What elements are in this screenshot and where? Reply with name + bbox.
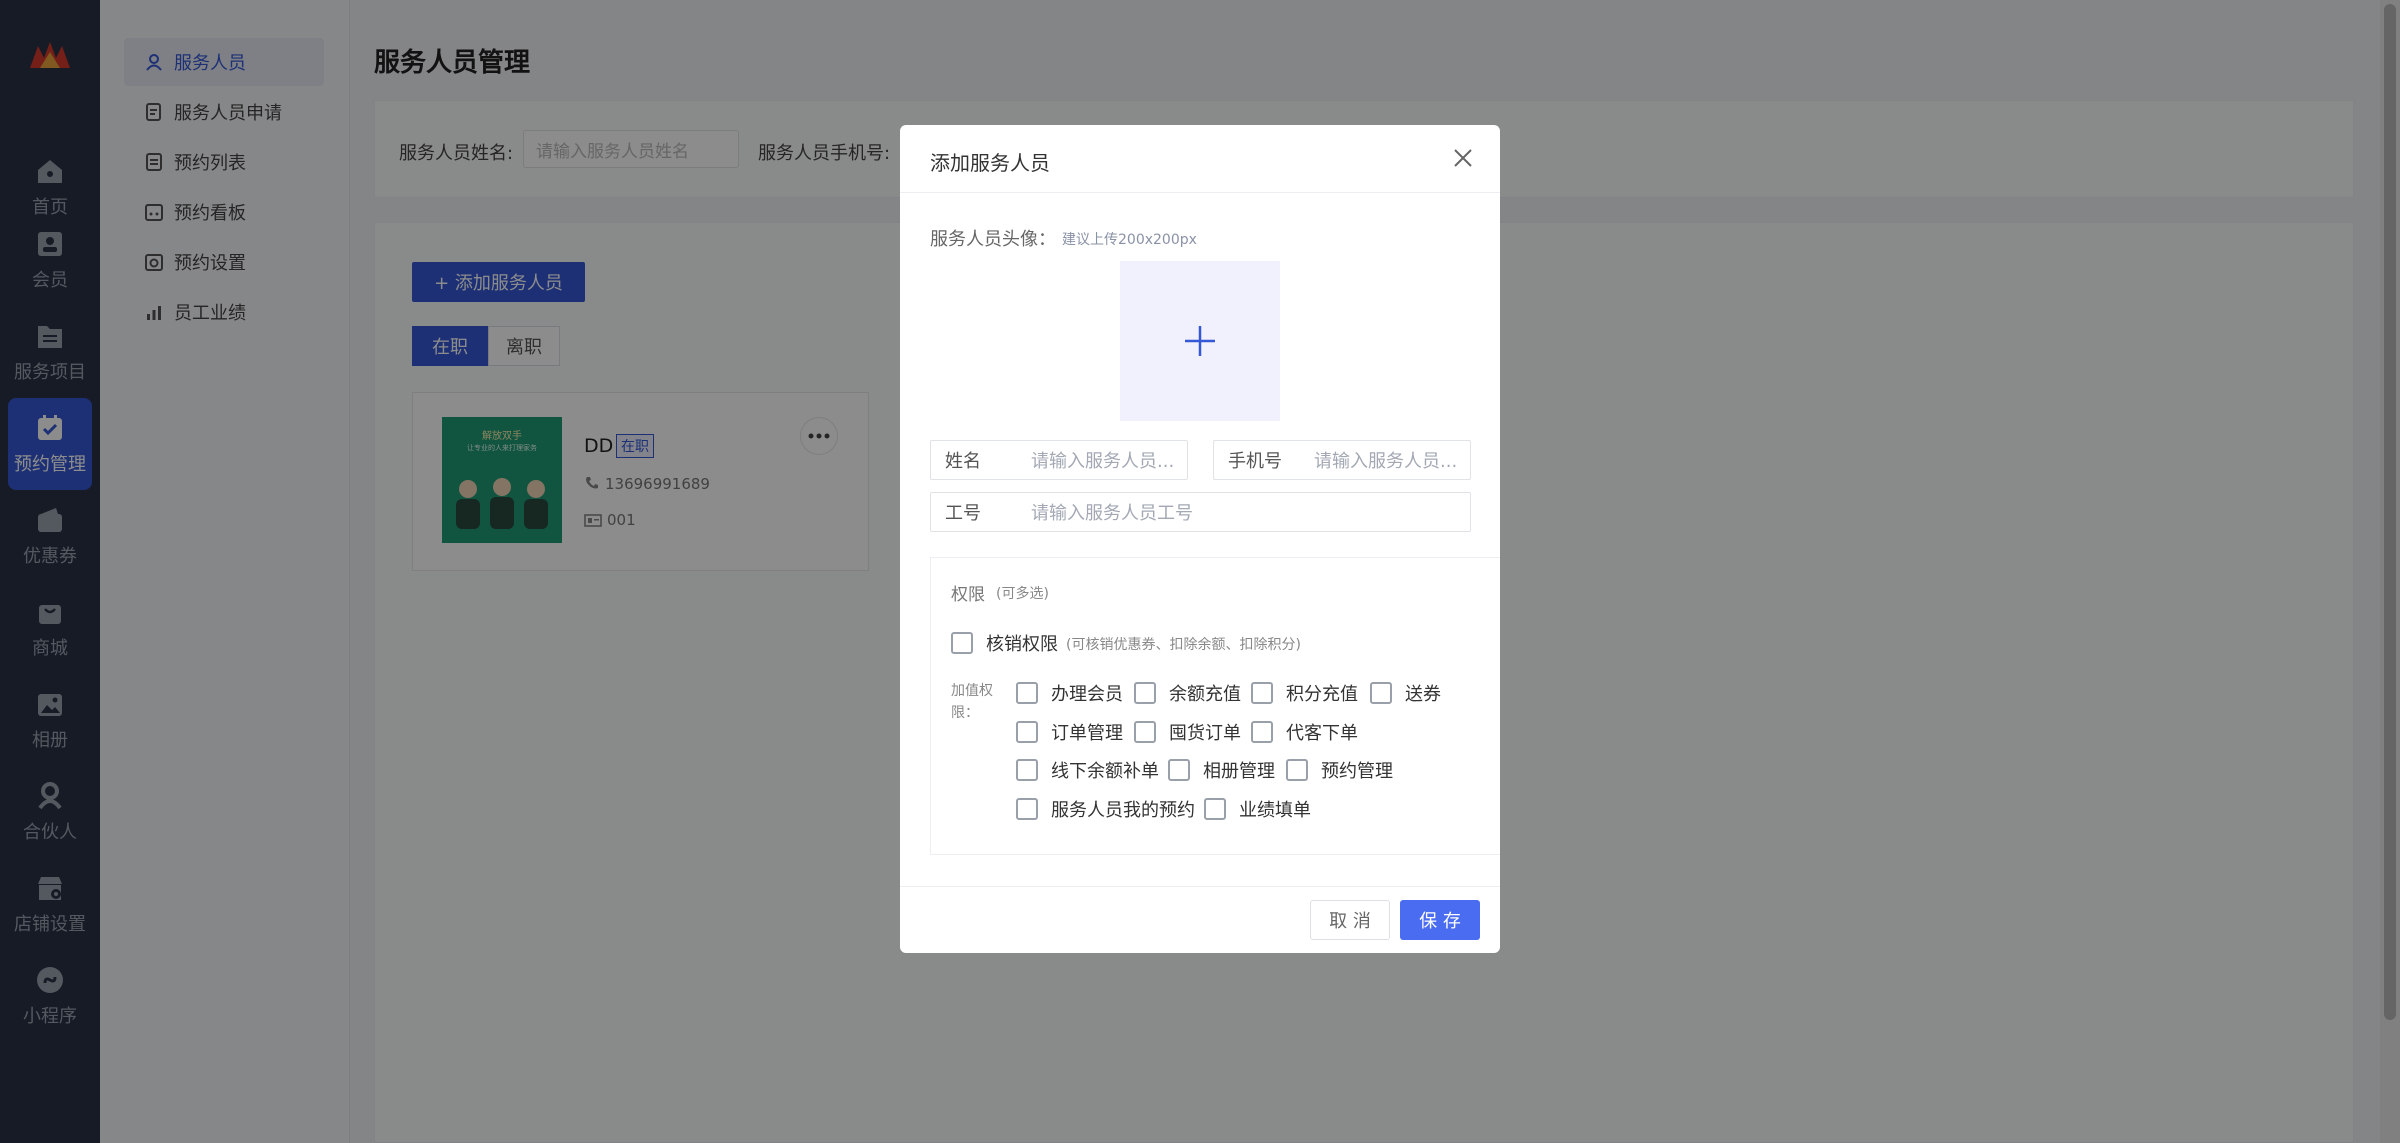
perm-checkbox-balance-recharge[interactable]: 余额充值 (1134, 680, 1241, 706)
perm-checkbox-appointments[interactable]: 预约管理 (1286, 757, 1393, 783)
checkbox-label: 送券 (1405, 684, 1441, 705)
checkbox-box (1251, 721, 1273, 743)
checkbox-box (1134, 721, 1156, 743)
checkbox-label: 办理会员 (1051, 684, 1123, 705)
checkbox-label: 代客下单 (1286, 723, 1358, 744)
name-field[interactable]: 姓名 请输入服务人员... (930, 440, 1188, 480)
verify-permission-hint: (可核销优惠券、扣除余额、扣除积分) (1066, 637, 1301, 653)
checkbox-box (1204, 798, 1226, 820)
checkbox-box (1016, 682, 1038, 704)
staff-id-field-label: 工号 (945, 503, 981, 524)
checkbox-label: 服务人员我的预约 (1051, 800, 1195, 821)
permissions-title: 权限 (951, 585, 985, 605)
avatar-hint: 建议上传200x200px (1062, 232, 1197, 248)
avatar-label: 服务人员头像： (930, 229, 1056, 250)
dialog-footer: 取 消 保 存 (900, 886, 1500, 953)
checkbox-label: 业绩填单 (1239, 800, 1311, 821)
checkbox-box (1134, 682, 1156, 704)
checkbox-box (1370, 682, 1392, 704)
avatar-upload-area[interactable] (1120, 261, 1280, 421)
checkbox-box (1016, 759, 1038, 781)
verify-permission-checkbox[interactable]: 核销权限 (951, 630, 1058, 656)
checkbox-label: 相册管理 (1203, 761, 1275, 782)
cancel-button[interactable]: 取 消 (1310, 900, 1390, 940)
dialog-title: 添加服务人员 (930, 151, 1050, 175)
perm-checkbox-member[interactable]: 办理会员 (1016, 680, 1123, 706)
perm-checkbox-points-recharge[interactable]: 积分充值 (1251, 680, 1358, 706)
perm-checkbox-stock-orders[interactable]: 囤货订单 (1134, 719, 1241, 745)
checkbox-label: 线下余额补单 (1051, 761, 1159, 782)
checkbox-label: 余额充值 (1169, 684, 1241, 705)
checkbox-box (1286, 759, 1308, 781)
phone-field-placeholder: 请输入服务人员... (1314, 451, 1458, 472)
perm-checkbox-performance-entry[interactable]: 业绩填单 (1204, 796, 1311, 822)
save-button[interactable]: 保 存 (1400, 900, 1480, 940)
staff-id-field[interactable]: 工号 请输入服务人员工号 (930, 492, 1471, 532)
permissions-hint: (可多选) (996, 586, 1049, 602)
perm-checkbox-send-coupon[interactable]: 送券 (1370, 680, 1441, 706)
checkbox-label: 囤货订单 (1169, 723, 1241, 744)
dialog-header: 添加服务人员 (900, 125, 1500, 193)
checkbox-label: 积分充值 (1286, 684, 1358, 705)
checkbox-box (1251, 682, 1273, 704)
checkbox-label: 预约管理 (1321, 761, 1393, 782)
add-staff-dialog: 添加服务人员 服务人员头像： 建议上传200x200px 姓名 请输入服务人员.… (900, 125, 1500, 953)
staff-id-field-placeholder: 请输入服务人员工号 (1031, 503, 1193, 524)
perm-checkbox-orders[interactable]: 订单管理 (1016, 719, 1123, 745)
phone-field[interactable]: 手机号 请输入服务人员... (1213, 440, 1471, 480)
perm-checkbox-my-appointments[interactable]: 服务人员我的预约 (1016, 796, 1195, 822)
checkbox-box (1168, 759, 1190, 781)
perm-checkbox-proxy-order[interactable]: 代客下单 (1251, 719, 1358, 745)
perm-checkbox-album[interactable]: 相册管理 (1168, 757, 1275, 783)
extra-permissions-label: 加值权限： (951, 683, 993, 721)
checkbox-label: 订单管理 (1051, 723, 1123, 744)
checkbox-box (951, 632, 973, 654)
name-field-label: 姓名 (945, 451, 981, 472)
close-icon[interactable] (1452, 147, 1474, 169)
name-field-placeholder: 请输入服务人员... (1031, 451, 1175, 472)
phone-field-label: 手机号 (1228, 451, 1282, 472)
permissions-section: 权限 (可多选) 核销权限 (可核销优惠券、扣除余额、扣除积分) 加值权限： 办… (930, 557, 1500, 855)
checkbox-box (1016, 721, 1038, 743)
checkbox-box (1016, 798, 1038, 820)
checkbox-label: 核销权限 (986, 634, 1058, 655)
perm-checkbox-offline-balance[interactable]: 线下余额补单 (1016, 757, 1159, 783)
plus-icon (1185, 326, 1215, 356)
